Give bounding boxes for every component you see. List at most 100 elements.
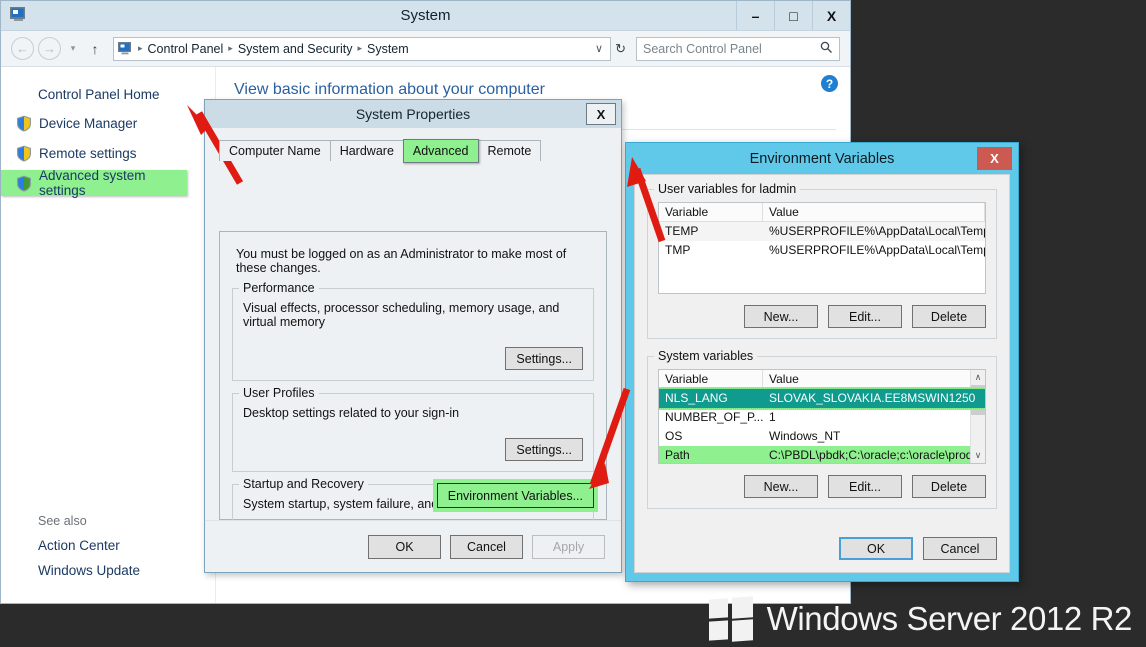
- sidebar-item-label: Device Manager: [39, 115, 138, 131]
- dialog-footer: OK Cancel Apply: [205, 520, 621, 572]
- table-row[interactable]: TMP %USERPROFILE%\AppData\Local\Temp: [659, 241, 985, 260]
- ok-button[interactable]: OK: [839, 537, 913, 560]
- table-row[interactable]: NLS_LANG SLOVAK_SLOVAKIA.EE8MSWIN1250: [659, 388, 985, 409]
- performance-group: Performance Visual effects, processor sc…: [232, 281, 594, 381]
- see-also-section: See also Action Center Windows Update: [1, 509, 215, 583]
- system-edit-button[interactable]: Edit...: [828, 475, 902, 498]
- breadcrumb-system-and-security[interactable]: System and Security: [238, 42, 353, 56]
- breadcrumb-system[interactable]: System: [367, 42, 409, 56]
- system-new-button[interactable]: New...: [744, 475, 818, 498]
- sidebar-item-label: Remote settings: [39, 145, 137, 161]
- windows-logo-icon: [708, 596, 753, 642]
- tab-computer-name[interactable]: Computer Name: [219, 140, 331, 161]
- user-variables-buttons: New... Edit... Delete: [658, 305, 986, 328]
- page-title: System: [400, 7, 451, 24]
- table-row[interactable]: Path C:\PBDL\pbdk;C:\oracle;c:\oracle\pr…: [659, 446, 985, 463]
- environment-variables-button[interactable]: Environment Variables...: [436, 483, 594, 508]
- close-button[interactable]: X: [812, 1, 850, 30]
- scrollbar-track[interactable]: [971, 415, 985, 448]
- performance-settings-button[interactable]: Settings...: [505, 347, 583, 370]
- cell-value: 1: [769, 410, 776, 424]
- environment-variables-titlebar[interactable]: Environment Variables X: [626, 143, 1018, 174]
- sidebar-item-remote-settings[interactable]: Remote settings: [1, 140, 215, 166]
- close-button[interactable]: X: [586, 103, 616, 125]
- environment-variables-button-wrap: Environment Variables...: [436, 483, 594, 508]
- table-scrollbar[interactable]: ∧ ∨: [970, 370, 985, 463]
- sidebar-item-device-manager[interactable]: Device Manager: [1, 110, 215, 136]
- maximize-button[interactable]: □: [774, 1, 812, 30]
- system-window-titlebar[interactable]: System – □ X: [1, 1, 850, 31]
- cell-variable: OS: [665, 429, 683, 443]
- shield-icon: [16, 145, 32, 162]
- cell-variable: TMP: [665, 243, 691, 257]
- group-legend: User Profiles: [239, 386, 319, 400]
- address-dropdown-icon[interactable]: ∨: [595, 42, 603, 55]
- dialog-title: System Properties: [355, 106, 471, 122]
- administrator-note: You must be logged on as an Administrato…: [236, 247, 567, 275]
- cancel-button[interactable]: Cancel: [923, 537, 997, 560]
- cell-value: %USERPROFILE%\AppData\Local\Temp: [769, 224, 985, 238]
- breadcrumb-separator: ▸: [357, 43, 362, 53]
- sidebar-item-control-panel-home[interactable]: Control Panel Home: [1, 80, 215, 110]
- user-new-button[interactable]: New...: [744, 305, 818, 328]
- windows-server-branding: Windows Server 2012 R2: [708, 596, 1132, 642]
- minimize-button[interactable]: –: [736, 1, 774, 30]
- help-icon[interactable]: ?: [821, 75, 838, 92]
- system-properties-titlebar[interactable]: System Properties X: [205, 100, 621, 128]
- user-profiles-settings-button[interactable]: Settings...: [505, 438, 583, 461]
- chevron-down-icon[interactable]: ▾: [65, 43, 81, 54]
- cell-variable: Path: [665, 448, 690, 462]
- environment-variables-dialog: Environment Variables X User variables f…: [625, 142, 1019, 582]
- group-legend: System variables: [654, 349, 758, 363]
- ok-button[interactable]: OK: [368, 534, 441, 559]
- up-icon[interactable]: ↑: [85, 41, 105, 57]
- system-delete-button[interactable]: Delete: [912, 475, 986, 498]
- close-button[interactable]: X: [977, 147, 1012, 170]
- see-also-item-action-center[interactable]: Action Center: [38, 533, 215, 558]
- cell-value: SLOVAK_SLOVAKIA.EE8MSWIN1250: [769, 391, 976, 405]
- sidebar: Control Panel Home Device Manager Remote…: [1, 67, 216, 603]
- search-icon: [820, 41, 833, 57]
- breadcrumb-control-panel[interactable]: Control Panel: [148, 42, 224, 56]
- cancel-button[interactable]: Cancel: [450, 534, 523, 559]
- cell-value: C:\PBDL\pbdk;C:\oracle;c:\oracle\produ..…: [769, 448, 985, 462]
- window-controls: – □ X: [736, 1, 850, 30]
- user-profiles-group: User Profiles Desktop settings related t…: [232, 386, 594, 472]
- forward-icon[interactable]: →: [38, 37, 61, 60]
- main-heading: View basic information about your comput…: [234, 81, 545, 98]
- tab-advanced[interactable]: Advanced: [402, 139, 479, 163]
- cell-variable: TEMP: [665, 224, 699, 238]
- sidebar-item-label: Advanced system settings: [39, 168, 146, 198]
- tab-remote[interactable]: Remote: [477, 140, 542, 161]
- system-computer-icon: [10, 7, 27, 23]
- refresh-icon[interactable]: ↻: [615, 41, 626, 57]
- user-edit-button[interactable]: Edit...: [828, 305, 902, 328]
- table-row[interactable]: TEMP %USERPROFILE%\AppData\Local\Temp: [659, 222, 985, 241]
- table-header: Variable Value: [659, 370, 985, 389]
- group-legend: Performance: [239, 281, 319, 295]
- system-variables-buttons: New... Edit... Delete: [658, 475, 986, 498]
- see-also-item-windows-update[interactable]: Windows Update: [38, 558, 215, 583]
- scroll-up-icon[interactable]: ∧: [971, 370, 985, 385]
- group-description: Desktop settings related to your sign-in: [243, 406, 460, 420]
- scroll-down-icon[interactable]: ∨: [971, 448, 985, 463]
- back-icon[interactable]: ←: [11, 37, 34, 60]
- search-input[interactable]: Search Control Panel: [643, 42, 762, 56]
- address-bar[interactable]: ▸ Control Panel ▸ System and Security ▸ …: [113, 36, 612, 61]
- user-variables-table[interactable]: Variable Value TEMP %USERPROFILE%\AppDat…: [658, 202, 986, 294]
- table-row[interactable]: OS Windows_NT: [659, 427, 985, 446]
- table-header: Variable Value: [659, 203, 985, 222]
- cell-value: %USERPROFILE%\AppData\Local\Temp: [769, 243, 985, 257]
- tab-hardware[interactable]: Hardware: [329, 140, 404, 161]
- address-computer-icon: [118, 41, 133, 56]
- system-variables-table[interactable]: Variable Value NLS_LANG SLOVAK_SLOVAKIA.…: [658, 369, 986, 464]
- cell-variable: NLS_LANG: [665, 391, 728, 405]
- tab-strip: Computer Name Hardware Advanced Remote: [219, 139, 621, 163]
- apply-button: Apply: [532, 534, 605, 559]
- search-box[interactable]: Search Control Panel: [636, 36, 840, 61]
- column-header-value: Value: [763, 370, 985, 388]
- cell-variable: NUMBER_OF_P...: [665, 410, 763, 424]
- table-row[interactable]: NUMBER_OF_P... 1: [659, 408, 985, 427]
- user-delete-button[interactable]: Delete: [912, 305, 986, 328]
- sidebar-item-advanced-system-settings[interactable]: Advanced system settings: [1, 168, 187, 198]
